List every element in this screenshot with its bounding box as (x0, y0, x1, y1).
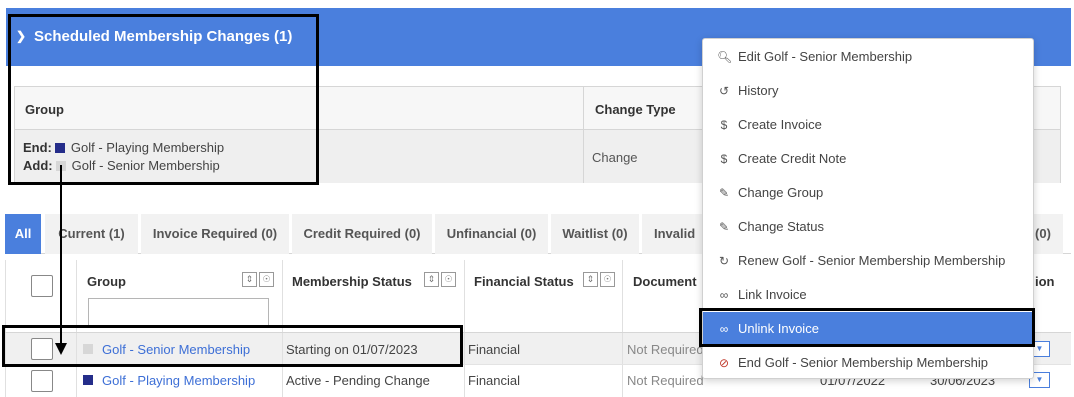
pencil-icon: ✎ (718, 186, 730, 200)
column-divider (583, 87, 584, 183)
menu-item-history[interactable]: ↺ History (703, 74, 1033, 108)
tab-current[interactable]: Current (1) (45, 214, 138, 254)
pencil-icon: ✎ (718, 220, 730, 234)
row-financial-status: Financial (468, 342, 521, 357)
select-all-checkbox[interactable] (31, 275, 53, 297)
row-membership-status: Active - Pending Change (286, 373, 430, 388)
col-action: ion (1035, 274, 1055, 289)
col-membership-status: Membership Status (292, 274, 412, 289)
col-divider (622, 260, 623, 397)
row-financial-status: Financial (468, 373, 521, 388)
dollar-icon: $ (720, 118, 728, 132)
eye-icon[interactable]: ☉ (441, 272, 456, 287)
annotation-box-row (2, 325, 463, 367)
annotation-arrow-line (60, 165, 62, 345)
tab-credit-required[interactable]: Credit Required (0) (292, 214, 432, 254)
menu-item-link-invoice[interactable]: ∞ Link Invoice (703, 278, 1033, 312)
dollar-icon: $ (720, 152, 728, 166)
sort-icon[interactable]: ⇕ (424, 272, 439, 287)
row-checkbox[interactable] (31, 370, 53, 392)
col-group: Group (87, 274, 126, 289)
tab-waitlist[interactable]: Waitlist (0) (551, 214, 639, 254)
col-divider (464, 260, 465, 397)
menu-item-renew[interactable]: ↻ Renew Golf - Senior Membership Membersh… (703, 244, 1033, 278)
menu-item-change-group[interactable]: ✎ Change Group (703, 176, 1033, 210)
sort-icon[interactable]: ⇕ (583, 272, 598, 287)
annotation-box-unlink (699, 308, 1035, 347)
annotation-arrow-head (55, 343, 67, 355)
menu-item-edit[interactable]: 🔍︎ Edit Golf - Senior Membership (703, 40, 1033, 74)
row-group-link[interactable]: Golf - Playing Membership (102, 373, 255, 388)
col-change-type-header: Change Type (595, 102, 676, 117)
col-financial-status: Financial Status (474, 274, 574, 289)
row-document: Not Required (627, 373, 704, 388)
menu-item-create-invoice[interactable]: $ Create Invoice (703, 108, 1033, 142)
status-col-controls: ⇕ ☉ (424, 272, 456, 287)
ban-icon: ⊘ (718, 356, 730, 370)
change-type-value: Change (592, 150, 638, 165)
color-swatch-navy (83, 375, 93, 385)
annotation-box-scheduled (8, 14, 319, 185)
menu-item-create-credit-note[interactable]: $ Create Credit Note (703, 142, 1033, 176)
history-icon: ↺ (718, 84, 730, 98)
menu-item-end-membership[interactable]: ⊘ End Golf - Senior Membership Membership (703, 346, 1033, 380)
link-icon: ∞ (719, 288, 729, 302)
col-document: Document (633, 274, 697, 289)
group-col-controls: ⇕ ☉ (242, 272, 274, 287)
tab-invoice-required[interactable]: Invoice Required (0) (141, 214, 289, 254)
tab-unfinancial[interactable]: Unfinancial (0) (435, 214, 548, 254)
row-document: Not Required (627, 342, 704, 357)
eye-icon[interactable]: ☉ (600, 272, 615, 287)
tab-all[interactable]: All (5, 214, 41, 254)
menu-item-change-status[interactable]: ✎ Change Status (703, 210, 1033, 244)
eye-icon[interactable]: ☉ (259, 272, 274, 287)
group-filter-input[interactable] (88, 298, 269, 326)
search-icon: 🔍︎ (717, 50, 733, 64)
financial-col-controls: ⇕ ☉ (583, 272, 615, 287)
refresh-icon: ↻ (718, 254, 730, 268)
sort-icon[interactable]: ⇕ (242, 272, 257, 287)
